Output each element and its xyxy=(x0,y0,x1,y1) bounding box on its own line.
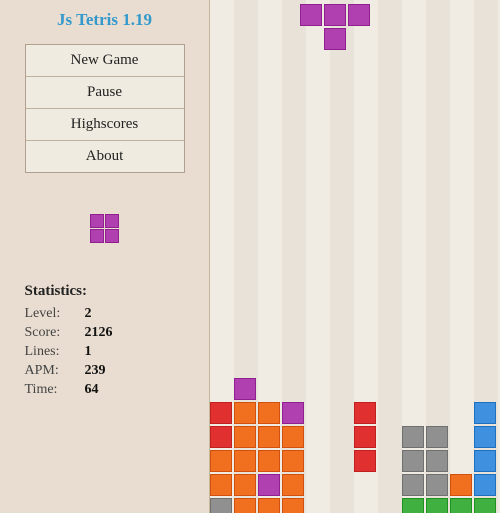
next-piece-preview xyxy=(75,199,135,259)
block xyxy=(426,498,448,513)
block xyxy=(402,474,424,496)
block xyxy=(354,426,376,448)
block xyxy=(258,498,280,513)
level-value: 2 xyxy=(85,306,92,322)
score-row: Score: 2126 xyxy=(25,325,185,341)
level-label: Level: xyxy=(25,306,85,322)
time-label: Time: xyxy=(25,382,85,398)
block xyxy=(282,450,304,472)
block xyxy=(234,426,256,448)
block xyxy=(258,474,280,496)
game-board-panel[interactable] xyxy=(210,0,500,513)
block xyxy=(282,474,304,496)
apm-row: APM: 239 xyxy=(25,363,185,379)
app-title: Js Tetris 1.19 xyxy=(57,10,152,30)
apm-label: APM: xyxy=(25,363,85,379)
block xyxy=(234,402,256,424)
block xyxy=(474,402,496,424)
time-value: 64 xyxy=(85,382,99,398)
block xyxy=(210,426,232,448)
level-row: Level: 2 xyxy=(25,306,185,322)
new-game-button[interactable]: New Game xyxy=(26,45,184,77)
block xyxy=(402,498,424,513)
block xyxy=(234,450,256,472)
stats-section: Statistics: Level: 2 Score: 2126 Lines: … xyxy=(25,283,185,401)
block xyxy=(474,426,496,448)
pause-button[interactable]: Pause xyxy=(26,77,184,109)
block xyxy=(474,450,496,472)
block xyxy=(324,28,346,50)
block xyxy=(474,474,496,496)
block xyxy=(282,426,304,448)
score-label: Score: xyxy=(25,325,85,341)
block xyxy=(210,498,232,513)
block xyxy=(234,378,256,400)
block xyxy=(354,450,376,472)
block xyxy=(450,474,472,496)
block xyxy=(258,426,280,448)
stats-title: Statistics: xyxy=(25,283,185,300)
block xyxy=(234,498,256,513)
block xyxy=(210,450,232,472)
block xyxy=(354,402,376,424)
highscores-button[interactable]: Highscores xyxy=(26,109,184,141)
block xyxy=(234,474,256,496)
lines-label: Lines: xyxy=(25,344,85,360)
lines-row: Lines: 1 xyxy=(25,344,185,360)
block xyxy=(300,4,322,26)
block xyxy=(348,4,370,26)
left-panel: Js Tetris 1.19 New Game Pause Highscores… xyxy=(0,0,210,513)
game-board xyxy=(210,0,500,513)
block xyxy=(282,402,304,424)
time-row: Time: 64 xyxy=(25,382,185,398)
lines-value: 1 xyxy=(85,344,92,360)
block xyxy=(450,498,472,513)
block xyxy=(210,402,232,424)
block xyxy=(426,426,448,448)
score-value: 2126 xyxy=(85,325,113,341)
block xyxy=(426,450,448,472)
block xyxy=(426,474,448,496)
menu-box: New Game Pause Highscores About xyxy=(25,44,185,173)
block xyxy=(324,4,346,26)
block xyxy=(282,498,304,513)
block xyxy=(258,402,280,424)
apm-value: 239 xyxy=(85,363,106,379)
block xyxy=(402,426,424,448)
block xyxy=(474,498,496,513)
block xyxy=(402,450,424,472)
block xyxy=(210,474,232,496)
block xyxy=(258,450,280,472)
about-button[interactable]: About xyxy=(26,141,184,172)
